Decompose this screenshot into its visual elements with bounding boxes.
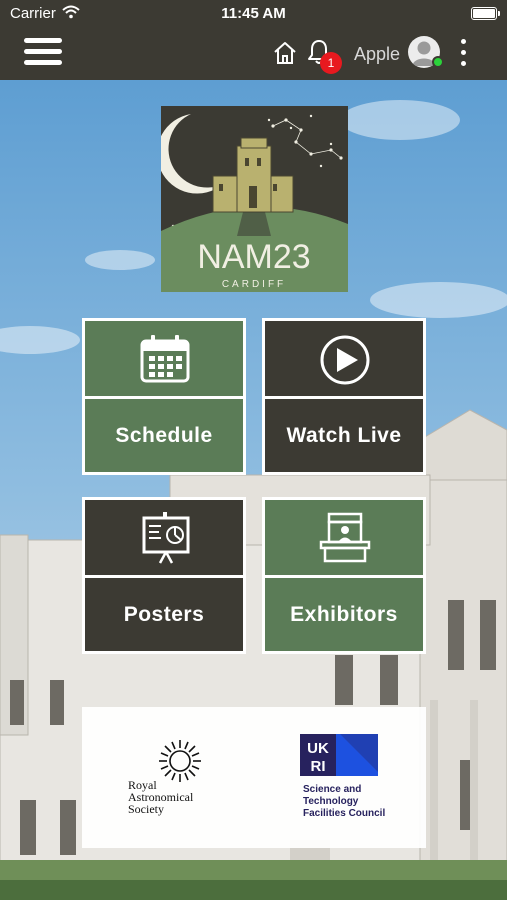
home-icon[interactable]	[272, 40, 298, 66]
exhibitors-tile-icon-area	[265, 500, 423, 575]
ras-sunburst-logo	[159, 740, 201, 782]
ukri-logo: UK RI	[300, 734, 378, 776]
schedule-tile[interactable]: Schedule	[82, 318, 246, 475]
ukri-line-2: Technology	[303, 796, 359, 807]
schedule-tile-icon-area	[85, 321, 243, 396]
watch-live-label: Watch Live	[265, 399, 423, 472]
notification-badge: 1	[320, 52, 342, 74]
posters-tile-icon-area	[85, 500, 243, 575]
posters-tile[interactable]: Posters	[82, 497, 246, 654]
app-header: 1 Apple	[0, 28, 507, 80]
logo-subtitle: CARDIFF	[222, 279, 286, 290]
ukri-logo-text: Science and Technology Facilities Counci…	[303, 784, 385, 820]
exhibitors-tile[interactable]: Exhibitors	[262, 497, 426, 654]
nam23-cardiff-logo: NAM23 CARDIFF	[161, 106, 348, 292]
calendar-icon	[140, 335, 190, 383]
battery-icon	[471, 7, 500, 20]
logo-title: NAM23	[197, 238, 310, 276]
svg-text:UK: UK	[307, 740, 329, 757]
presentation-board-icon	[142, 512, 190, 564]
hamburger-menu-icon[interactable]	[24, 34, 64, 70]
ras-line-3: Society	[128, 802, 164, 816]
posters-label: Posters	[85, 578, 243, 651]
ras-logo-text: Royal Astronomical Society	[128, 779, 193, 815]
schedule-label: Schedule	[85, 399, 243, 472]
status-bar: Carrier 11:45 AM	[0, 0, 507, 28]
clock: 11:45 AM	[221, 5, 286, 22]
ukri-line-3: Facilities Council	[303, 808, 386, 819]
user-name[interactable]: Apple	[354, 44, 400, 65]
play-icon	[320, 335, 370, 385]
more-options-icon[interactable]	[456, 38, 472, 68]
watch-live-tile[interactable]: Watch Live	[262, 318, 426, 475]
exhibitors-label: Exhibitors	[265, 578, 423, 651]
watch-live-tile-icon-area	[265, 321, 423, 396]
exhibitor-booth-icon	[319, 512, 371, 563]
ukri-line-1: Science and	[303, 784, 362, 795]
svg-text:RI: RI	[311, 758, 326, 775]
online-status-dot	[432, 56, 444, 68]
